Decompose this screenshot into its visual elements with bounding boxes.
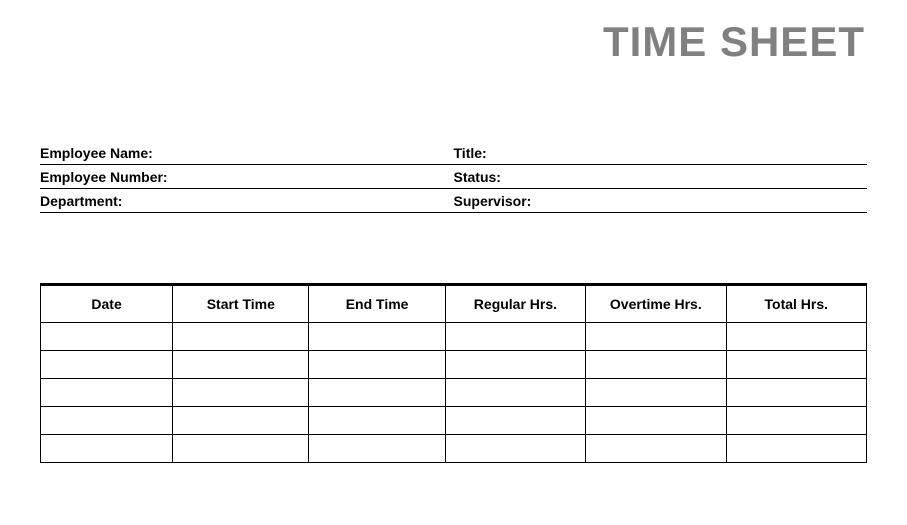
table-row [41,407,867,435]
cell-start-time [173,435,309,463]
cell-overtime-hrs [586,407,726,435]
cell-regular-hrs [445,379,585,407]
cell-total-hrs [726,323,866,351]
cell-regular-hrs [445,323,585,351]
cell-date [41,323,173,351]
cell-start-time [173,379,309,407]
header-regular-hrs: Regular Hrs. [445,285,585,323]
cell-overtime-hrs [586,379,726,407]
cell-start-time [173,323,309,351]
header-start-time: Start Time [173,285,309,323]
cell-date [41,351,173,379]
employee-info-section: Employee Name: Title: Employee Number: S… [40,141,867,213]
cell-end-time [309,407,445,435]
header-end-time: End Time [309,285,445,323]
header-overtime-hrs: Overtime Hrs. [586,285,726,323]
cell-total-hrs [726,379,866,407]
title-label: Title: [454,145,868,161]
cell-date [41,407,173,435]
cell-total-hrs [726,351,866,379]
table-row [41,323,867,351]
cell-overtime-hrs [586,351,726,379]
cell-end-time [309,323,445,351]
department-label: Department: [40,193,454,209]
cell-overtime-hrs [586,435,726,463]
cell-date [41,379,173,407]
info-row: Employee Number: Status: [40,165,867,189]
info-row: Department: Supervisor: [40,189,867,213]
table-row [41,379,867,407]
timesheet-table: Date Start Time End Time Regular Hrs. Ov… [40,283,867,463]
cell-date [41,435,173,463]
cell-start-time [173,407,309,435]
supervisor-label: Supervisor: [454,193,868,209]
cell-regular-hrs [445,407,585,435]
cell-total-hrs [726,435,866,463]
cell-start-time [173,351,309,379]
document-title: TIME SHEET [40,18,865,66]
header-date: Date [41,285,173,323]
cell-overtime-hrs [586,323,726,351]
header-total-hrs: Total Hrs. [726,285,866,323]
table-row [41,435,867,463]
table-row [41,351,867,379]
cell-regular-hrs [445,351,585,379]
status-label: Status: [454,169,868,185]
employee-name-label: Employee Name: [40,145,454,161]
cell-regular-hrs [445,435,585,463]
cell-total-hrs [726,407,866,435]
cell-end-time [309,351,445,379]
cell-end-time [309,435,445,463]
employee-number-label: Employee Number: [40,169,454,185]
info-row: Employee Name: Title: [40,141,867,165]
cell-end-time [309,379,445,407]
table-header-row: Date Start Time End Time Regular Hrs. Ov… [41,285,867,323]
